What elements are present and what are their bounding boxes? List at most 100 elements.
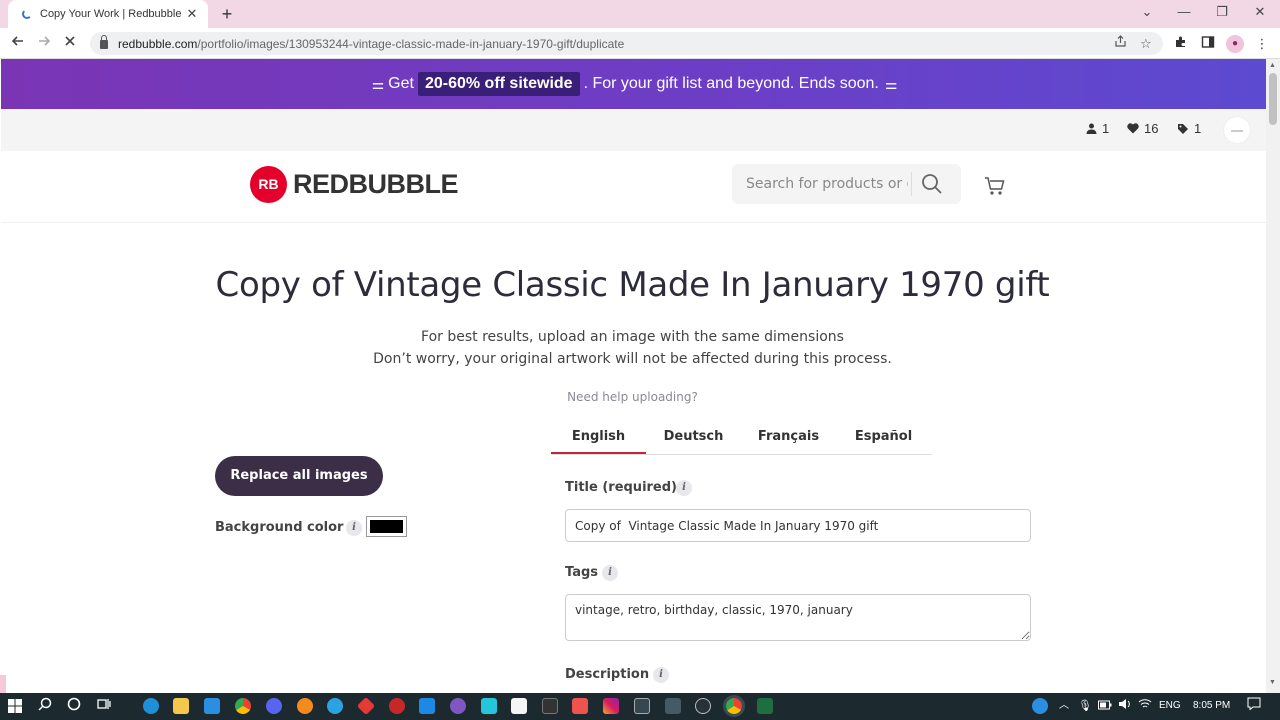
chrome-icon[interactable] (235, 698, 251, 714)
tags-field[interactable]: vintage, retro, birthday, classic, 1970,… (565, 594, 1031, 641)
tags-count: 1 (1194, 121, 1202, 136)
input-language[interactable]: ENG (1159, 700, 1181, 711)
share-icon[interactable] (1114, 32, 1127, 55)
microphone-icon[interactable]: 🎙 (1076, 697, 1094, 715)
app-icon[interactable] (572, 698, 588, 714)
anydesk-icon[interactable] (356, 696, 376, 716)
background-color-picker[interactable] (366, 516, 407, 537)
search-icon[interactable] (921, 173, 945, 197)
info-icon[interactable]: i (653, 667, 669, 683)
chrome-active-icon[interactable] (726, 698, 742, 714)
bookmark-star-icon[interactable]: ☆ (1140, 32, 1152, 55)
background-color-label: Background color (215, 520, 344, 535)
system-clock[interactable]: 8:05 PM (1193, 700, 1230, 711)
tag-icon (1178, 123, 1188, 134)
info-icon[interactable]: i (602, 565, 618, 581)
excel-icon[interactable] (757, 698, 773, 714)
back-arrow-icon[interactable] (8, 34, 28, 54)
instruction-text: For best results, upload an image with t… (421, 329, 844, 345)
user-avatar[interactable] (1223, 116, 1251, 144)
replace-all-images-button[interactable]: Replace all images (215, 456, 383, 496)
windows-start-icon[interactable] (8, 699, 22, 713)
promo-decoration-icon: ⚌ (371, 75, 384, 92)
tags-label: Tags (565, 565, 599, 580)
promo-decoration-icon: ⚌ (884, 75, 897, 92)
followers-link[interactable]: 1 (1086, 121, 1109, 136)
task-view-icon[interactable] (95, 697, 113, 715)
tab-espanol[interactable]: Español (836, 423, 931, 454)
forward-arrow-icon[interactable] (34, 34, 54, 54)
followers-count: 1 (1102, 121, 1110, 136)
cortana-icon[interactable] (65, 697, 83, 715)
site-header: RB REDBUBBLE (1, 151, 1266, 223)
search-input[interactable] (732, 164, 908, 204)
url-path: /portfolio/images/130953244-vintage-clas… (197, 36, 625, 51)
clock-icon[interactable] (695, 698, 711, 714)
stop-loading-icon[interactable] (60, 34, 80, 54)
lock-icon (100, 35, 108, 49)
extensions-puzzle-icon[interactable] (1172, 35, 1190, 53)
cart-icon[interactable] (984, 175, 1008, 199)
page-title: Copy of Vintage Classic Made In January … (215, 265, 1050, 305)
tab-close-icon[interactable]: ✕ (184, 6, 200, 22)
tab-deutsch[interactable]: Deutsch (646, 423, 741, 454)
help-uploading-link[interactable]: Need help uploading? (0, 390, 1265, 404)
battery-icon[interactable] (1096, 697, 1114, 715)
reassurance-text: Don’t worry, your original artwork will … (373, 351, 892, 367)
maximize-button[interactable]: ❐ (1212, 4, 1232, 20)
promo-prefix: Get (388, 75, 414, 92)
tab-title: Copy Your Work | Redbubble (40, 8, 182, 20)
telegram-icon[interactable] (327, 698, 343, 714)
profile-avatar-icon[interactable]: ● (1226, 35, 1244, 53)
search-app-icon[interactable] (297, 698, 313, 714)
notepad-icon[interactable] (511, 698, 527, 714)
vscode-icon[interactable] (419, 698, 435, 714)
tab-search-dropdown-icon[interactable]: ⌄ (1137, 4, 1157, 20)
tray-chevron-up-icon[interactable]: ︿ (1055, 697, 1073, 715)
language-tabs: English Deutsch Français Español (551, 423, 932, 455)
search-icon[interactable] (36, 697, 54, 715)
search-box (732, 164, 961, 204)
app-icon[interactable] (665, 698, 681, 714)
scrollbar-thumb[interactable] (1269, 73, 1277, 125)
edge-browser-icon[interactable] (143, 698, 159, 714)
promo-banner[interactable]: ⚌ Get 20-60% off sitewide . For your gif… (1, 59, 1266, 109)
info-icon[interactable]: i (346, 520, 362, 536)
help-icon[interactable] (1032, 698, 1048, 714)
wifi-icon[interactable] (1136, 697, 1154, 715)
person-icon (1086, 123, 1097, 134)
browser-menu-icon[interactable]: ⋮ (1253, 35, 1271, 53)
opera-icon[interactable] (389, 698, 405, 714)
discord-icon[interactable] (266, 698, 282, 714)
redbubble-logo-text[interactable]: REDBUBBLE (293, 169, 459, 200)
page-scrollbar[interactable]: ▲ ▼ (1266, 59, 1280, 693)
instagram-icon[interactable] (603, 698, 619, 714)
favorites-link[interactable]: 16 (1127, 121, 1158, 136)
close-window-button[interactable]: ✕ (1250, 4, 1270, 20)
scroll-down-arrow-icon[interactable]: ▼ (1269, 679, 1276, 686)
terminal-icon[interactable] (542, 698, 558, 714)
wordpress-icon[interactable] (634, 698, 650, 714)
heart-icon (1127, 123, 1139, 134)
page-edge-marker (0, 675, 6, 693)
scroll-up-arrow-icon[interactable]: ▲ (1269, 62, 1276, 69)
color-swatch-fill (370, 520, 403, 533)
tab-english[interactable]: English (551, 423, 646, 454)
side-panel-icon[interactable] (1199, 35, 1217, 53)
notifications-icon[interactable] (1245, 697, 1263, 715)
tab-francais[interactable]: Français (741, 423, 836, 454)
minimize-button[interactable]: — (1174, 4, 1194, 19)
file-explorer-icon[interactable] (173, 698, 189, 714)
mail-icon[interactable] (204, 698, 220, 714)
tags-link[interactable]: 1 (1177, 121, 1201, 136)
browser-toolbar: redbubble.com/portfolio/images/130953244… (0, 28, 1280, 59)
app-icon[interactable] (481, 698, 497, 714)
volume-icon[interactable] (1116, 697, 1134, 715)
address-bar[interactable]: redbubble.com/portfolio/images/130953244… (90, 32, 1163, 55)
redbubble-logo-icon[interactable]: RB (250, 166, 287, 203)
title-field[interactable] (565, 509, 1031, 542)
info-icon[interactable]: i (676, 480, 692, 496)
app-icon[interactable] (450, 698, 466, 714)
new-tab-button[interactable]: + (217, 4, 237, 24)
browser-tab-active[interactable]: Copy Your Work | Redbubble ✕ (8, 0, 208, 28)
